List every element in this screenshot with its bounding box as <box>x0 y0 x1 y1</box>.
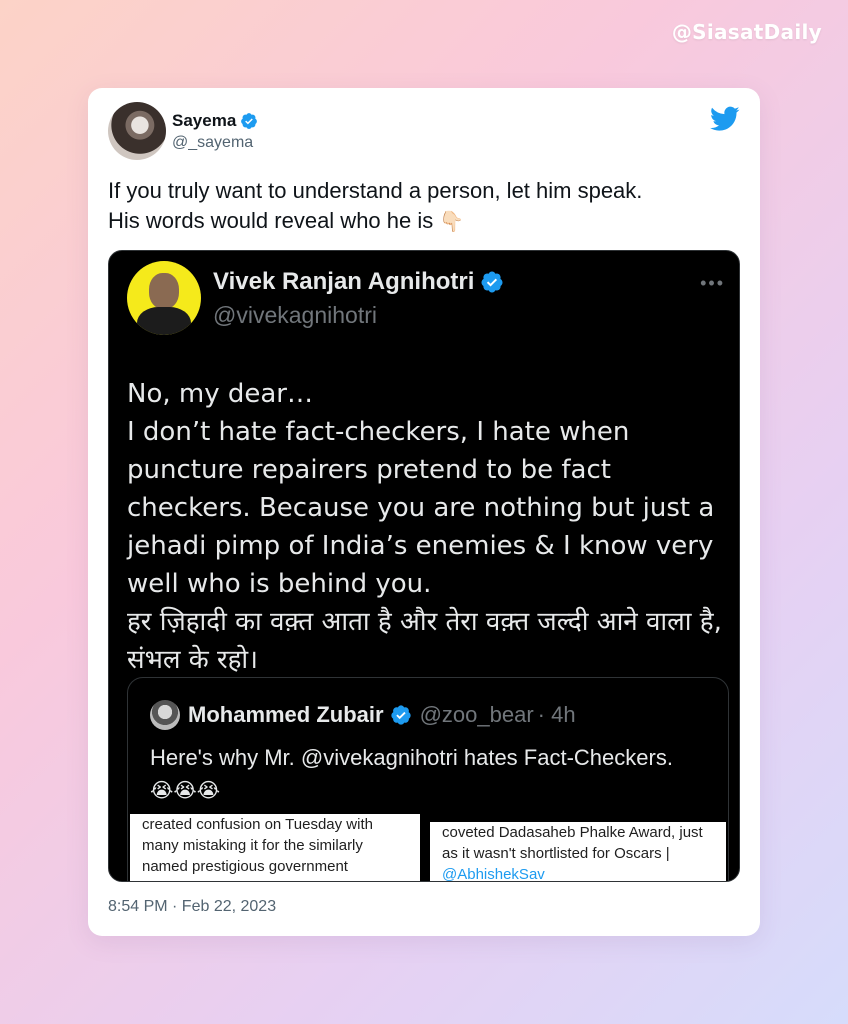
author-name-row: Sayema <box>172 111 258 131</box>
tweet-text-line2-text: His words would reveal who he is <box>108 208 434 233</box>
twitter-bird-icon[interactable] <box>710 106 740 132</box>
embedded-avatar[interactable] <box>127 261 201 335</box>
embedded-tweet[interactable]: Vivek Ranjan Agnihotri @vivekagnihotri •… <box>108 250 740 882</box>
embedded-text-line3: हर ज़िहादी का वक़्त आता है और तेरा वक़्त… <box>127 607 722 675</box>
quoted-image-right-link: @AbhishekSav <box>442 866 545 882</box>
embedded-name-row: Vivek Ranjan Agnihotri <box>213 268 504 296</box>
quoted-tweet[interactable]: Mohammed Zubair @zoo_bear · 4h Here's wh… <box>127 677 729 882</box>
avatar-body <box>137 307 191 335</box>
embedded-text: No, my dear… I don’t hate fact-checkers,… <box>127 375 737 679</box>
quoted-author-name[interactable]: Mohammed Zubair <box>188 702 384 728</box>
tweet-card: Sayema @_sayema If you truly want to und… <box>88 88 760 936</box>
embedded-author-handle[interactable]: @vivekagnihotri <box>213 302 504 329</box>
embedded-text-line2: I don’t hate fact-checkers, I hate when … <box>127 417 715 599</box>
crying-face-icon: 😭😭😭 <box>150 780 221 802</box>
quoted-author-handle[interactable]: @zoo_bear <box>420 702 534 728</box>
quoted-text-body: Here's why Mr. @vivekagnihotri hates Fac… <box>150 745 673 770</box>
tweet-text: If you truly want to understand a person… <box>108 176 728 237</box>
quoted-image-right[interactable]: coveted Dadasaheb Phalke Award, just as … <box>430 822 726 882</box>
watermark: @SiasatDaily <box>671 20 822 44</box>
tweet-text-line2: His words would reveal who he is 👇🏻 <box>108 206 728 237</box>
verified-badge-icon <box>481 271 503 292</box>
quoted-image-left[interactable]: created confusion on Tuesday with many m… <box>130 814 420 881</box>
author-name[interactable]: Sayema <box>172 111 236 131</box>
verified-badge-icon <box>390 705 411 725</box>
tweet-header: Sayema @_sayema <box>108 102 258 160</box>
quoted-image-right-text: coveted Dadasaheb Phalke Award, just as … <box>442 824 703 862</box>
quoted-text: Here's why Mr. @vivekagnihotri hates Fac… <box>150 742 710 807</box>
quoted-header: Mohammed Zubair @zoo_bear · 4h <box>150 700 576 730</box>
tweet-timestamp[interactable]: 8:54 PM · Feb 22, 2023 <box>108 898 276 916</box>
author-block: Sayema @_sayema <box>172 111 258 152</box>
embedded-header: Vivek Ranjan Agnihotri @vivekagnihotri <box>127 261 504 335</box>
more-horizontal-icon[interactable]: ••• <box>700 273 725 294</box>
embedded-author-block: Vivek Ranjan Agnihotri @vivekagnihotri <box>213 268 504 329</box>
embedded-author-name[interactable]: Vivek Ranjan Agnihotri <box>213 268 474 296</box>
author-handle[interactable]: @_sayema <box>172 134 258 152</box>
quoted-time: · 4h <box>537 702 576 727</box>
avatar[interactable] <box>108 102 166 160</box>
pointing-down-icon: 👇🏻 <box>439 211 465 233</box>
quoted-image-left-text: created confusion on Tuesday with many m… <box>142 816 373 875</box>
quoted-media[interactable]: created confusion on Tuesday with many m… <box>128 814 728 882</box>
avatar-head <box>149 273 179 309</box>
quoted-avatar[interactable] <box>150 700 180 730</box>
verified-badge-icon <box>241 112 258 129</box>
tweet-text-line1: If you truly want to understand a person… <box>108 178 643 203</box>
embedded-text-line1: No, my dear… <box>127 379 313 409</box>
